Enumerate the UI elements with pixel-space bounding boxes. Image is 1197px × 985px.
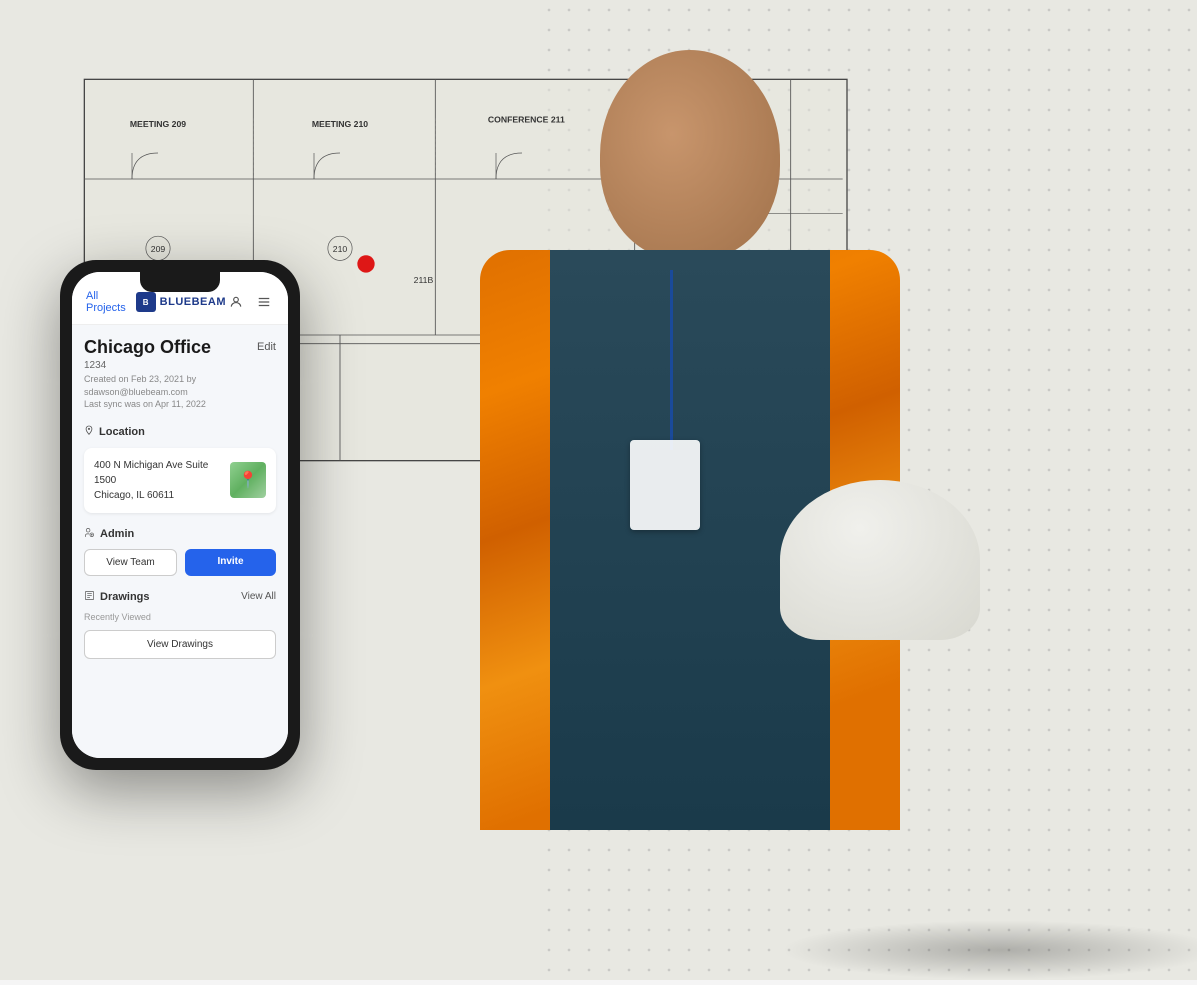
- admin-buttons: View Team Invite: [84, 549, 276, 576]
- worker-badge-strap: [670, 270, 673, 450]
- project-id: 1234: [84, 360, 276, 371]
- admin-section: Admin View Team Invite: [84, 527, 276, 576]
- worker-figure: [400, 0, 1100, 980]
- view-team-button[interactable]: View Team: [84, 549, 177, 576]
- worker-id-badge: [630, 440, 700, 530]
- drawings-section-header: Drawings View All: [84, 590, 276, 604]
- location-text: 400 N Michigan Ave Suite 1500 Chicago, I…: [94, 458, 230, 503]
- project-title: Chicago Office: [84, 337, 211, 358]
- menu-icon[interactable]: [254, 292, 274, 312]
- invite-button[interactable]: Invite: [185, 549, 276, 576]
- phone-screen: All Projects B BLUEBEAM: [72, 272, 288, 758]
- phone-header-icons: [226, 292, 274, 312]
- bluebeam-logo-text: BLUEBEAM: [160, 296, 226, 308]
- svg-text:209: 209: [151, 244, 166, 254]
- view-all-link[interactable]: View All: [241, 591, 276, 602]
- edit-link[interactable]: Edit: [257, 341, 276, 353]
- scene-container: 209 210 211B MEETING 209 MEETING 210 CON…: [0, 0, 1197, 980]
- recently-viewed-label: Recently Viewed: [84, 612, 276, 622]
- admin-icon: [84, 527, 95, 541]
- worker-shadow: [780, 920, 1197, 980]
- admin-section-label: Admin: [84, 527, 276, 541]
- bluebeam-logo: B BLUEBEAM: [136, 292, 226, 312]
- phone-notch: [140, 272, 220, 292]
- drawings-section: Drawings View All Recently Viewed View D…: [84, 590, 276, 659]
- phone-content: Chicago Office Edit 1234 Created on Feb …: [72, 325, 288, 758]
- phone-mockup: All Projects B BLUEBEAM: [60, 260, 300, 770]
- all-projects-link[interactable]: All Projects: [86, 290, 136, 314]
- map-thumbnail: 📍: [230, 462, 266, 498]
- location-icon: [84, 425, 94, 440]
- bluebeam-logo-icon: B: [136, 292, 156, 312]
- drawings-section-label: Drawings: [84, 590, 150, 604]
- worker-helmet: [780, 480, 980, 640]
- svg-text:MEETING 209: MEETING 209: [130, 119, 186, 129]
- svg-text:MEETING 210: MEETING 210: [312, 119, 368, 129]
- worker-head: [600, 50, 780, 260]
- project-title-row: Chicago Office Edit: [84, 337, 276, 358]
- user-icon[interactable]: [226, 292, 246, 312]
- view-drawings-button[interactable]: View Drawings: [84, 630, 276, 659]
- project-created: Created on Feb 23, 2021 by sdawson@blueb…: [84, 373, 276, 411]
- location-card: 400 N Michigan Ave Suite 1500 Chicago, I…: [84, 448, 276, 513]
- location-section-label: Location: [84, 425, 276, 440]
- svg-text:210: 210: [333, 244, 348, 254]
- drawings-icon: [84, 590, 95, 604]
